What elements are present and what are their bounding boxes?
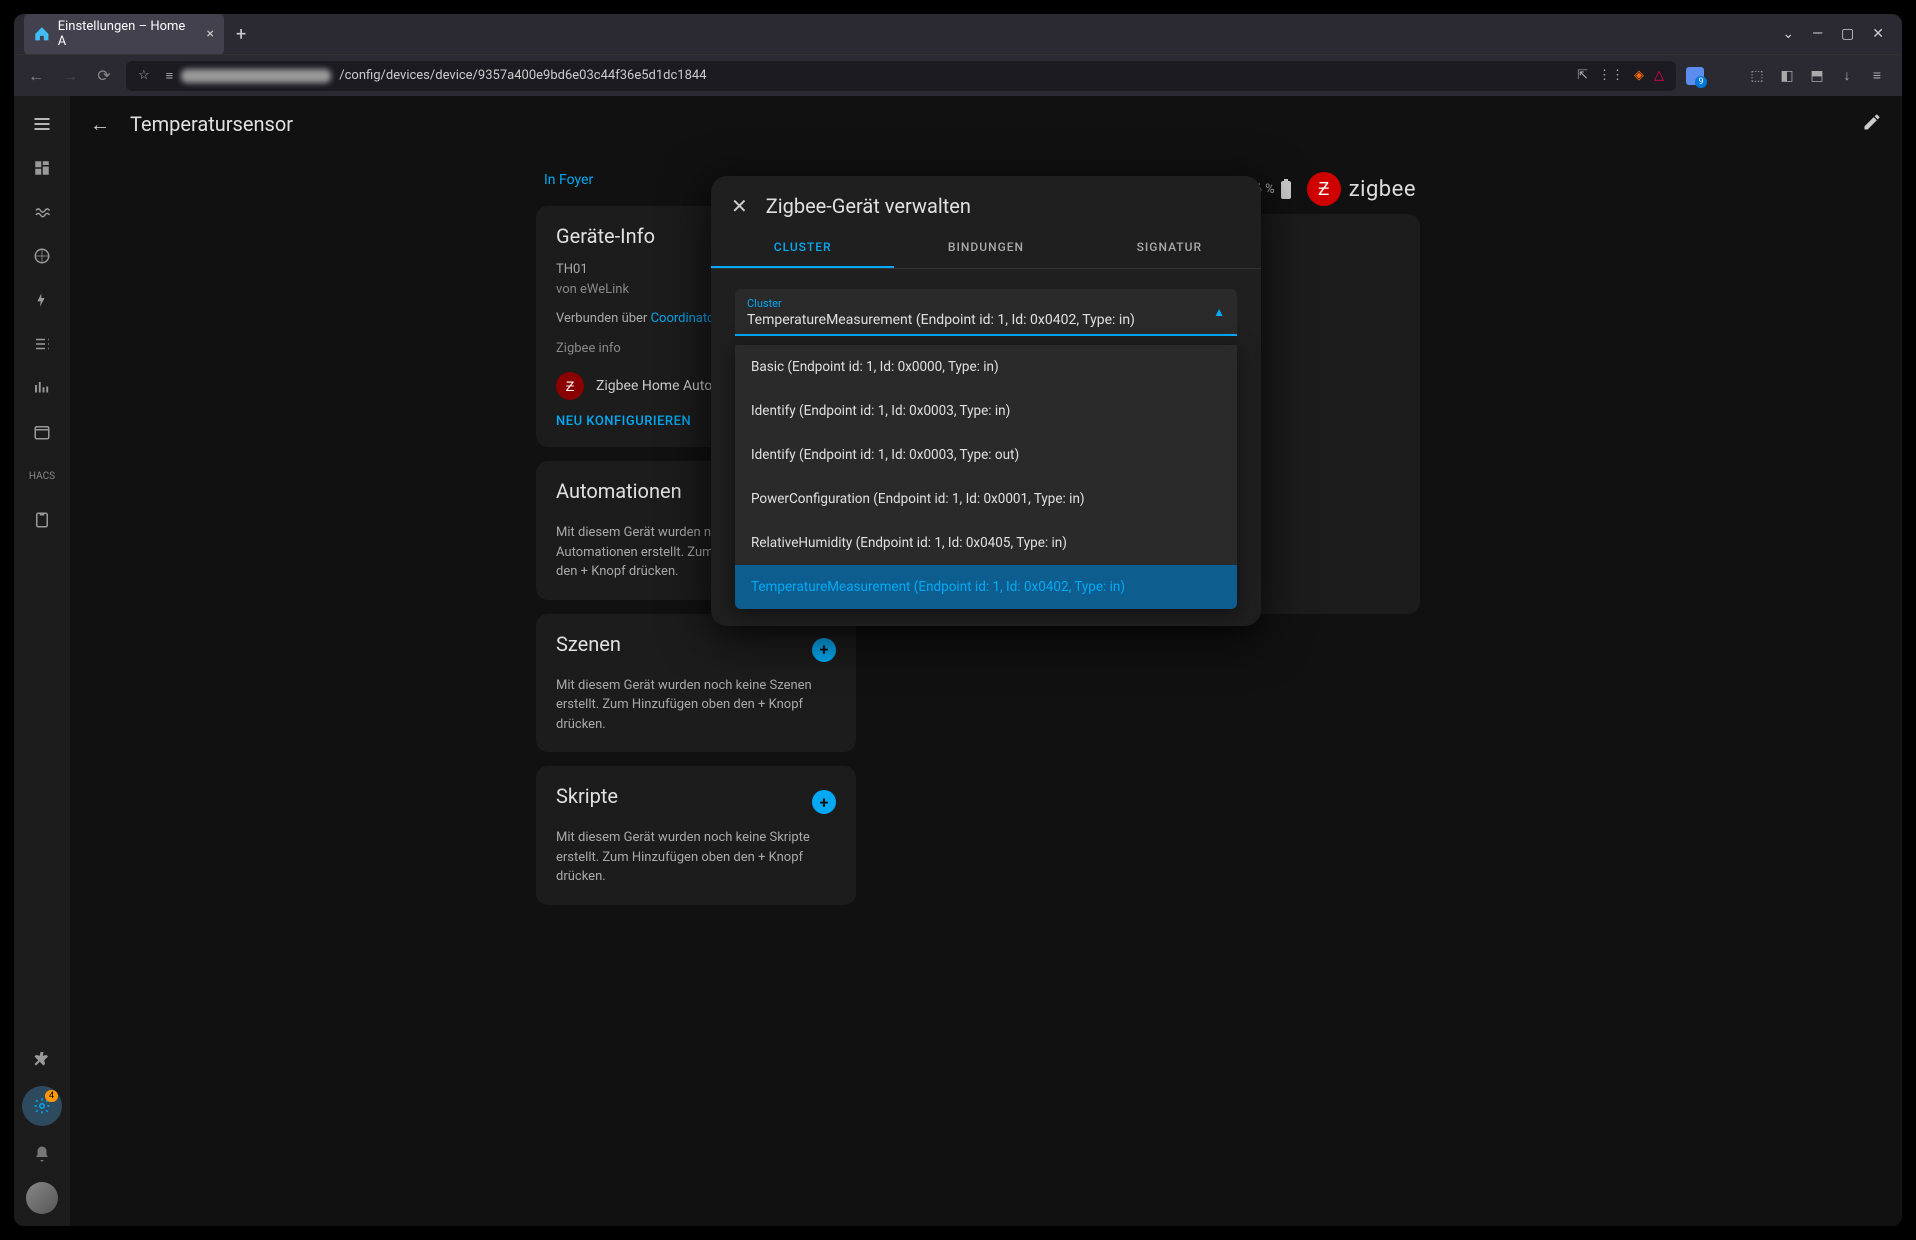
sidebar-item-overview[interactable]	[22, 148, 62, 188]
edit-icon[interactable]	[1862, 112, 1882, 137]
address-bar[interactable]: ☆ ≡ /config/devices/device/9357a400e9bd6…	[126, 61, 1676, 91]
user-avatar[interactable]	[26, 1182, 58, 1214]
hamburger-menu-icon[interactable]	[22, 104, 62, 144]
minimize-icon[interactable]: —	[1812, 26, 1823, 42]
sidebar-item-hacs[interactable]: HACS	[22, 456, 62, 496]
scenes-empty-text: Mit diesem Gerät wurden noch keine Szene…	[556, 676, 836, 735]
tab-favicon	[34, 26, 50, 42]
sidebar-item-logbook[interactable]	[22, 324, 62, 364]
tab-signature[interactable]: SIGNATUR	[1078, 228, 1261, 268]
add-script-button[interactable]: +	[812, 790, 836, 814]
sidebar-item-notifications[interactable]	[22, 1134, 62, 1174]
close-window-icon[interactable]: ✕	[1872, 26, 1884, 42]
download-icon[interactable]: ↓	[1838, 67, 1856, 85]
automations-title: Automationen	[556, 479, 682, 503]
dropdown-option[interactable]: PowerConfiguration (Endpoint id: 1, Id: …	[735, 477, 1237, 521]
scripts-empty-text: Mit diesem Gerät wurden noch keine Skrip…	[556, 828, 836, 887]
sidebar-item-history[interactable]	[22, 368, 62, 408]
app-menu-icon[interactable]: ≡	[1868, 67, 1886, 85]
nav-reload-button[interactable]: ⟳	[92, 66, 116, 85]
dropdown-option[interactable]: Basic (Endpoint id: 1, Id: 0x0000, Type:…	[735, 345, 1237, 389]
sidebar-item-power[interactable]	[22, 280, 62, 320]
zigbee-icon: Ƶ	[556, 372, 584, 400]
zigbee-brand: Ƶ zigbee	[1307, 172, 1416, 206]
dialog-close-button[interactable]: ✕	[731, 194, 748, 218]
dropdown-option[interactable]: RelativeHumidity (Endpoint id: 1, Id: 0x…	[735, 521, 1237, 565]
open-external-icon[interactable]: ⇱	[1577, 68, 1588, 83]
scripts-title: Skripte	[556, 784, 618, 808]
back-button[interactable]: ←	[90, 112, 110, 137]
shield-icon[interactable]: ◈	[1634, 68, 1644, 83]
manage-zigbee-dialog: ✕ Zigbee-Gerät verwalten CLUSTER BINDUNG…	[711, 176, 1261, 626]
nav-forward-button[interactable]: →	[58, 66, 82, 86]
cluster-dropdown: Basic (Endpoint id: 1, Id: 0x0000, Type:…	[735, 345, 1237, 609]
tab-title: Einstellungen – Home A	[58, 19, 195, 49]
site-info-icon[interactable]: ≡	[166, 68, 174, 84]
dropdown-option[interactable]: Identify (Endpoint id: 1, Id: 0x0003, Ty…	[735, 389, 1237, 433]
bookmark-icon[interactable]: ☆	[138, 68, 150, 83]
sidebar-item-settings[interactable]	[22, 1086, 62, 1126]
sidebar-item-calendar[interactable]	[22, 412, 62, 452]
page-header: ← Temperatursensor	[70, 96, 1902, 152]
dropdown-option[interactable]: Identify (Endpoint id: 1, Id: 0x0003, Ty…	[735, 433, 1237, 477]
page-title: Temperatursensor	[130, 112, 293, 136]
nav-back-button[interactable]: ←	[24, 66, 48, 86]
sidebar-icon[interactable]: ◧	[1778, 67, 1796, 85]
sidebar-item-map[interactable]	[22, 236, 62, 276]
browser-tab[interactable]: Einstellungen – Home A ×	[24, 14, 224, 55]
tab-cluster[interactable]: CLUSTER	[711, 228, 894, 268]
extension-icons: ⬚ ◧ ⬒ ↓ ≡	[1686, 67, 1892, 85]
ha-sidebar: HACS	[14, 96, 70, 1226]
url-path: /config/devices/device/9357a400e9bd6e03c…	[339, 68, 706, 83]
share-icon[interactable]: ⋮⋮	[1598, 68, 1624, 83]
maximize-icon[interactable]: ▢	[1841, 26, 1854, 42]
warning-icon[interactable]: △	[1654, 68, 1664, 83]
addr-host-blurred	[181, 69, 331, 83]
window-controls: ⌄ — ▢ ✕	[1782, 26, 1892, 42]
close-icon[interactable]: ×	[207, 26, 214, 42]
extensions-icon[interactable]: ⬚	[1748, 67, 1766, 85]
extension-langtool-icon[interactable]	[1686, 67, 1704, 85]
chevron-up-icon: ▲	[1213, 305, 1225, 319]
scripts-card: Skripte + Mit diesem Gerät wurden noch k…	[536, 766, 856, 905]
dropdown-option-selected[interactable]: TemperatureMeasurement (Endpoint id: 1, …	[735, 565, 1237, 609]
browser-titlebar: Einstellungen – Home A × + ⌄ — ▢ ✕	[14, 14, 1902, 54]
tab-bindings[interactable]: BINDUNGEN	[894, 228, 1077, 268]
browser-toolbar: ← → ⟳ ☆ ≡ /config/devices/device/9357a40…	[14, 54, 1902, 96]
zigbee-logo-icon: Ƶ	[1307, 172, 1341, 206]
dialog-tabs: CLUSTER BINDUNGEN SIGNATUR	[711, 228, 1261, 269]
coordinator-link[interactable]: Coordinator	[651, 311, 719, 326]
sidebar-item-energy[interactable]	[22, 192, 62, 232]
cluster-select[interactable]: Cluster TemperatureMeasurement (Endpoint…	[735, 289, 1237, 336]
caret-down-icon[interactable]: ⌄	[1782, 26, 1794, 42]
dialog-title: Zigbee-Gerät verwalten	[766, 194, 971, 218]
scenes-card: Szenen + Mit diesem Gerät wurden noch ke…	[536, 614, 856, 753]
new-tab-button[interactable]: +	[236, 24, 246, 45]
sidebar-item-todo[interactable]	[22, 500, 62, 540]
sidebar-item-devtools[interactable]	[22, 1038, 62, 1078]
cluster-select-value: TemperatureMeasurement (Endpoint id: 1, …	[747, 310, 1225, 328]
add-scene-button[interactable]: +	[812, 638, 836, 662]
scenes-title: Szenen	[556, 632, 621, 656]
screenshot-icon[interactable]: ⬒	[1808, 67, 1826, 85]
cluster-select-label: Cluster	[747, 297, 1225, 310]
